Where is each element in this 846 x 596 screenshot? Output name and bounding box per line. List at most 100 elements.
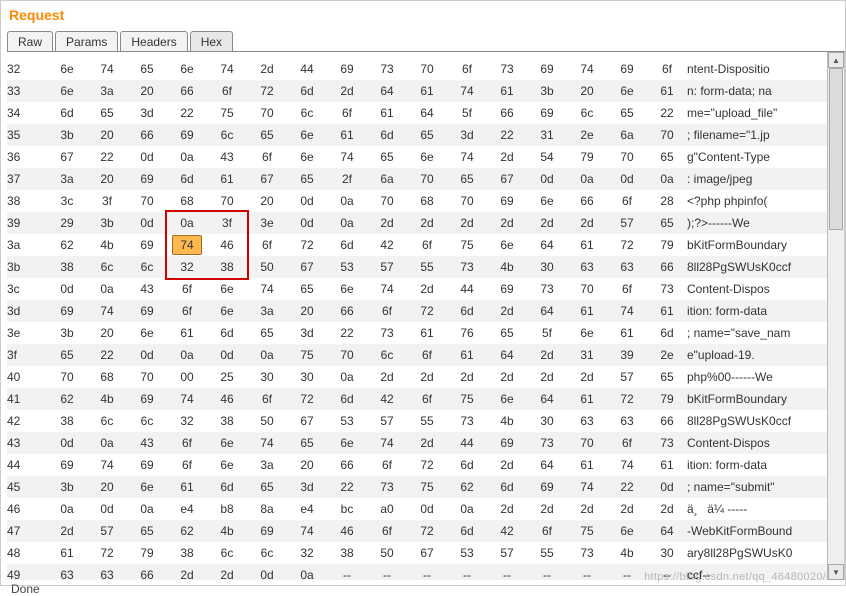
hex-byte-cell[interactable]: 6d xyxy=(167,168,207,190)
hex-byte-cell[interactable]: 0a xyxy=(567,168,607,190)
hex-byte-cell[interactable]: 31 xyxy=(567,344,607,366)
hex-byte-cell[interactable]: 6e xyxy=(47,80,87,102)
hex-byte-cell[interactable]: 72 xyxy=(407,454,447,476)
hex-byte-cell[interactable]: 65 xyxy=(287,168,327,190)
hex-byte-cell[interactable]: 69 xyxy=(327,58,367,80)
offset-cell[interactable]: 3e xyxy=(7,322,47,344)
hex-byte-cell[interactable]: 6e xyxy=(207,300,247,322)
hex-byte-cell[interactable]: 67 xyxy=(47,146,87,168)
hex-byte-cell[interactable]: 74 xyxy=(247,278,287,300)
hex-byte-cell[interactable]: 50 xyxy=(247,410,287,432)
hex-byte-cell[interactable]: 61 xyxy=(647,300,687,322)
hex-byte-cell[interactable]: 6e xyxy=(487,388,527,410)
hex-byte-cell[interactable]: 65 xyxy=(647,366,687,388)
hex-byte-cell[interactable]: 6d xyxy=(327,234,367,256)
hex-byte-cell[interactable]: 38 xyxy=(47,256,87,278)
hex-byte-cell[interactable]: 43 xyxy=(207,146,247,168)
hex-byte-cell[interactable]: 61 xyxy=(167,476,207,498)
hex-byte-cell[interactable]: 3d xyxy=(447,124,487,146)
hex-byte-cell[interactable]: 6c xyxy=(127,256,167,278)
hex-byte-cell[interactable]: 2d xyxy=(207,564,247,580)
offset-cell[interactable]: 40 xyxy=(7,366,47,388)
hex-byte-cell[interactable]: 0a xyxy=(287,564,327,580)
hex-byte-cell[interactable]: 69 xyxy=(47,454,87,476)
hex-byte-cell[interactable]: 6f xyxy=(167,278,207,300)
hex-byte-cell[interactable]: 42 xyxy=(487,520,527,542)
hex-byte-cell[interactable]: 61 xyxy=(567,234,607,256)
hex-byte-cell[interactable]: 6f xyxy=(327,102,367,124)
hex-byte-cell[interactable]: 79 xyxy=(567,146,607,168)
hex-byte-cell[interactable]: 79 xyxy=(647,234,687,256)
hex-byte-cell[interactable]: 75 xyxy=(407,476,447,498)
hex-byte-cell[interactable]: 57 xyxy=(367,410,407,432)
hex-byte-cell[interactable]: 20 xyxy=(87,322,127,344)
hex-byte-cell[interactable]: 2d xyxy=(407,278,447,300)
hex-byte-cell[interactable]: 73 xyxy=(487,58,527,80)
hex-byte-cell[interactable]: 65 xyxy=(127,520,167,542)
hex-byte-cell[interactable]: 3a xyxy=(47,168,87,190)
offset-cell[interactable]: 49 xyxy=(7,564,47,580)
hex-byte-cell[interactable]: 38 xyxy=(327,542,367,564)
hex-byte-cell[interactable]: -- xyxy=(327,564,367,580)
hex-byte-cell[interactable]: 20 xyxy=(87,476,127,498)
hex-byte-cell[interactable]: 2d xyxy=(647,498,687,520)
hex-byte-cell[interactable]: 0d xyxy=(287,190,327,212)
hex-byte-cell[interactable]: 2d xyxy=(607,498,647,520)
hex-byte-cell[interactable]: 0a xyxy=(87,278,127,300)
hex-byte-cell[interactable]: 6e xyxy=(127,322,167,344)
hex-byte-cell[interactable]: 32 xyxy=(167,410,207,432)
hex-byte-cell[interactable]: 74 xyxy=(447,146,487,168)
hex-byte-cell[interactable]: 3d xyxy=(127,102,167,124)
ascii-cell[interactable]: : image/jpeg xyxy=(687,168,827,190)
hex-byte-cell[interactable]: 20 xyxy=(287,300,327,322)
hex-byte-cell[interactable]: 50 xyxy=(367,542,407,564)
hex-byte-cell[interactable]: 43 xyxy=(127,278,167,300)
offset-cell[interactable]: 37 xyxy=(7,168,47,190)
offset-cell[interactable]: 34 xyxy=(7,102,47,124)
hex-byte-cell[interactable]: 64 xyxy=(527,234,567,256)
hex-byte-cell[interactable]: 73 xyxy=(527,432,567,454)
hex-byte-cell[interactable]: 75 xyxy=(287,344,327,366)
hex-byte-cell[interactable]: 6f xyxy=(607,190,647,212)
ascii-cell[interactable]: e"upload-19. xyxy=(687,344,827,366)
hex-byte-cell[interactable]: 0d xyxy=(87,498,127,520)
hex-byte-cell[interactable]: 61 xyxy=(567,388,607,410)
hex-byte-cell[interactable]: 73 xyxy=(367,322,407,344)
hex-byte-cell[interactable]: 20 xyxy=(567,80,607,102)
hex-byte-cell[interactable]: 0d xyxy=(207,344,247,366)
hex-byte-cell[interactable]: 2d xyxy=(567,212,607,234)
hex-byte-cell[interactable]: 6f xyxy=(207,80,247,102)
hex-byte-cell[interactable]: 61 xyxy=(167,322,207,344)
hex-byte-cell[interactable]: 25 xyxy=(207,366,247,388)
ascii-cell[interactable]: ; name="save_nam xyxy=(687,322,827,344)
hex-byte-cell[interactable]: 0a xyxy=(167,212,207,234)
hex-byte-cell[interactable]: 6c xyxy=(247,542,287,564)
hex-byte-cell[interactable]: 6f xyxy=(247,388,287,410)
hex-byte-cell[interactable]: 70 xyxy=(367,190,407,212)
hex-byte-cell[interactable]: 6d xyxy=(447,454,487,476)
hex-byte-cell[interactable]: 6f xyxy=(167,454,207,476)
ascii-cell[interactable]: ; name="submit" xyxy=(687,476,827,498)
hex-byte-cell[interactable]: 65 xyxy=(247,476,287,498)
hex-byte-cell[interactable]: 62 xyxy=(47,234,87,256)
ascii-cell[interactable]: me="upload_file" xyxy=(687,102,827,124)
hex-byte-cell[interactable]: 61 xyxy=(647,80,687,102)
hex-byte-cell[interactable]: 6e xyxy=(287,124,327,146)
hex-byte-cell[interactable]: 61 xyxy=(407,80,447,102)
hex-byte-cell[interactable]: b8 xyxy=(207,498,247,520)
hex-byte-cell[interactable]: 6e xyxy=(527,190,567,212)
hex-byte-cell[interactable]: 6f xyxy=(607,278,647,300)
vertical-scrollbar[interactable]: ▲ ▼ xyxy=(827,52,844,580)
ascii-cell[interactable]: n: form-data; na xyxy=(687,80,827,102)
hex-byte-cell[interactable]: 69 xyxy=(127,234,167,256)
hex-byte-cell[interactable]: 5f xyxy=(447,102,487,124)
hex-byte-cell[interactable]: 3b xyxy=(527,80,567,102)
hex-byte-cell[interactable]: 73 xyxy=(447,410,487,432)
hex-byte-cell[interactable]: 66 xyxy=(127,124,167,146)
hex-byte-cell[interactable]: 74 xyxy=(327,146,367,168)
hex-byte-cell[interactable]: 6d xyxy=(487,476,527,498)
hex-byte-cell[interactable]: 69 xyxy=(127,454,167,476)
offset-cell[interactable]: 45 xyxy=(7,476,47,498)
ascii-cell[interactable]: ition: form-data xyxy=(687,454,827,476)
hex-byte-cell[interactable]: 68 xyxy=(407,190,447,212)
